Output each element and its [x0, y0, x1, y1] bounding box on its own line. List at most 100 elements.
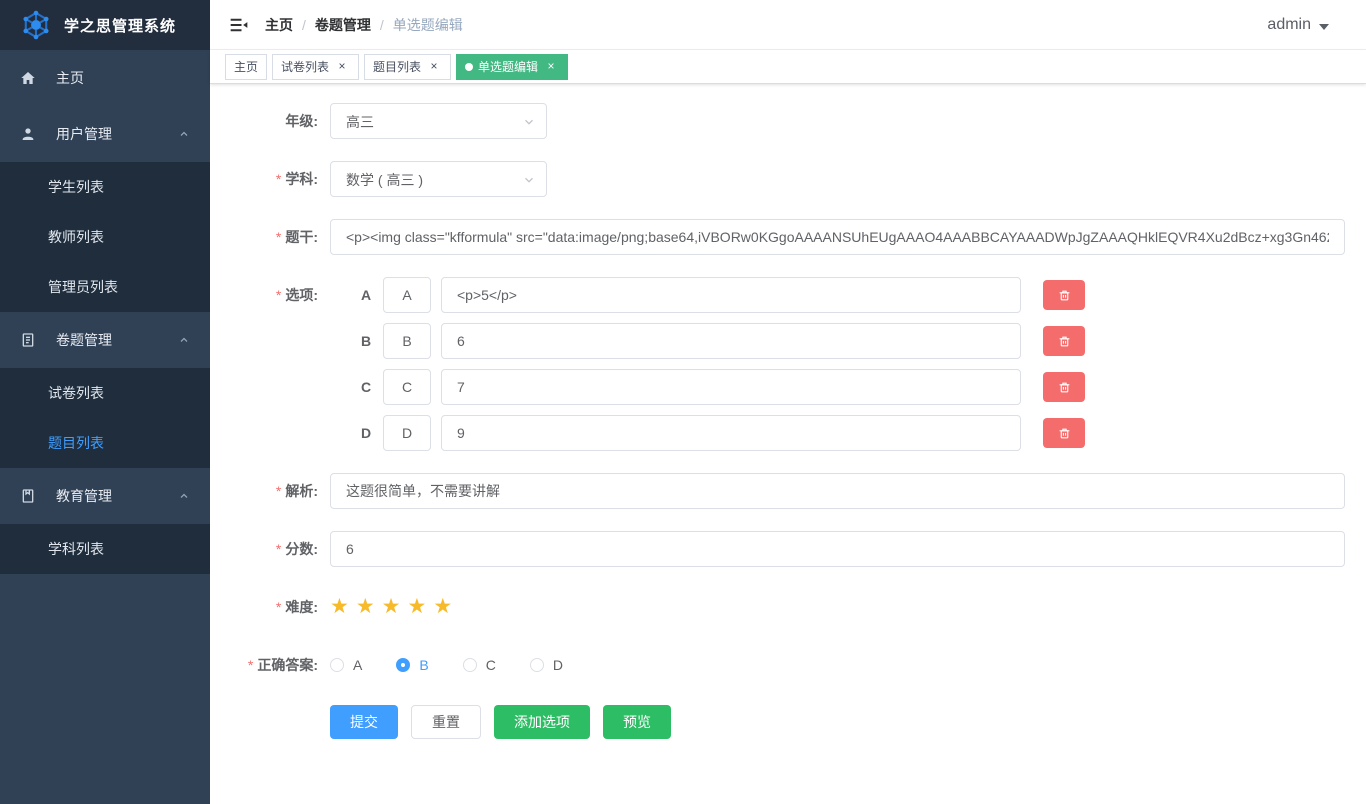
star-icon[interactable] — [382, 589, 401, 625]
tab-close-icon[interactable] — [543, 59, 559, 75]
option-content-input[interactable] — [441, 415, 1021, 451]
option-prefix-input[interactable] — [383, 369, 431, 405]
correct-answer-label: 正确答案: — [210, 647, 330, 683]
option-content-input[interactable] — [441, 369, 1021, 405]
option-prefix-input[interactable] — [383, 415, 431, 451]
home-icon — [20, 70, 42, 86]
radio-circle-icon — [530, 658, 544, 672]
trash-icon — [1058, 427, 1071, 440]
main-area: 主页 卷题管理 单选题编辑 admin 主页 试卷列表 题目列表 — [210, 0, 1366, 804]
radio-option-c[interactable]: C — [463, 647, 496, 683]
trash-icon — [1058, 289, 1071, 302]
tabs-bar: 主页 试卷列表 题目列表 单选题编辑 — [210, 50, 1366, 84]
delete-option-button[interactable] — [1043, 280, 1085, 310]
score-input[interactable] — [330, 531, 1345, 567]
user-dropdown[interactable]: admin — [1267, 16, 1351, 34]
option-prefix-input[interactable] — [383, 323, 431, 359]
options-label: 选项: — [210, 277, 330, 451]
option-letter: C — [358, 379, 374, 395]
active-tab-dot — [465, 63, 473, 71]
sidebar-item-user-management[interactable]: 用户管理 — [0, 106, 210, 162]
form-row-stem: 题干: — [210, 219, 1366, 255]
question-edit-form: 年级: 高三 学科: 数学 ( 高三 ) — [210, 84, 1366, 769]
breadcrumb-separator — [380, 17, 384, 33]
chevron-up-icon — [178, 334, 190, 346]
score-label: 分数: — [210, 531, 330, 567]
sidebar-item-education-management[interactable]: 教育管理 — [0, 468, 210, 524]
sidebar: 学之思管理系统 主页 用户管理 学生列表 教师列表 — [0, 0, 210, 804]
option-row-b: B — [330, 323, 1085, 359]
sidebar-item-question-list[interactable]: 题目列表 — [0, 418, 210, 468]
option-letter: B — [358, 333, 374, 349]
sidebar-item-admin-list[interactable]: 管理员列表 — [0, 262, 210, 312]
radio-option-d[interactable]: D — [530, 647, 563, 683]
star-icon[interactable] — [407, 589, 426, 625]
breadcrumb: 主页 卷题管理 单选题编辑 — [265, 15, 463, 35]
sidebar-item-label: 卷题管理 — [56, 330, 112, 350]
option-content-input[interactable] — [441, 277, 1021, 313]
form-row-correct-answer: 正确答案: A B C D — [210, 647, 1366, 683]
star-icon[interactable] — [433, 589, 452, 625]
tab-close-icon[interactable] — [426, 59, 442, 75]
app-logo: 学之思管理系统 — [0, 0, 210, 50]
star-icon[interactable] — [356, 589, 375, 625]
reset-button[interactable]: 重置 — [411, 705, 481, 739]
submit-button[interactable]: 提交 — [330, 705, 398, 739]
sidebar-item-paper-question-management[interactable]: 卷题管理 — [0, 312, 210, 368]
sidebar-item-subject-list[interactable]: 学科列表 — [0, 524, 210, 574]
education-icon — [20, 488, 42, 504]
exam-paper-icon — [20, 332, 42, 348]
radio-option-a[interactable]: A — [330, 647, 362, 683]
chevron-up-icon — [178, 490, 190, 502]
sidebar-item-exam-paper-list[interactable]: 试卷列表 — [0, 368, 210, 418]
add-option-button[interactable]: 添加选项 — [494, 705, 590, 739]
tab-close-icon[interactable] — [334, 59, 350, 75]
tab-home[interactable]: 主页 — [225, 54, 267, 80]
form-row-grade: 年级: 高三 — [210, 103, 1366, 139]
stem-input[interactable] — [330, 219, 1345, 255]
sidebar-item-teacher-list[interactable]: 教师列表 — [0, 212, 210, 262]
grade-select[interactable]: 高三 — [330, 103, 547, 139]
sidebar-item-label: 用户管理 — [56, 124, 112, 144]
grade-select-value: 高三 — [346, 104, 374, 140]
sidebar-item-label: 主页 — [56, 68, 84, 88]
submenu-education: 学科列表 — [0, 524, 210, 574]
option-letter: D — [358, 425, 374, 441]
delete-option-button[interactable] — [1043, 326, 1085, 356]
subject-select[interactable]: 数学 ( 高三 ) — [330, 161, 547, 197]
option-row-c: C — [330, 369, 1085, 405]
star-icon[interactable] — [330, 589, 349, 625]
username-label: admin — [1267, 16, 1311, 34]
caret-down-icon — [1319, 24, 1329, 30]
difficulty-label: 难度: — [210, 589, 330, 625]
breadcrumb-separator — [302, 17, 306, 33]
form-row-difficulty: 难度: — [210, 589, 1366, 625]
radio-option-b[interactable]: B — [396, 647, 428, 683]
sidebar-item-student-list[interactable]: 学生列表 — [0, 162, 210, 212]
trash-icon — [1058, 381, 1071, 394]
tab-single-choice-edit[interactable]: 单选题编辑 — [456, 54, 568, 80]
delete-option-button[interactable] — [1043, 418, 1085, 448]
preview-button[interactable]: 预览 — [603, 705, 671, 739]
submenu-paper-question: 试卷列表 题目列表 — [0, 368, 210, 468]
app-root: 学之思管理系统 主页 用户管理 学生列表 教师列表 — [0, 0, 1366, 804]
top-navbar: 主页 卷题管理 单选题编辑 admin — [210, 0, 1366, 50]
sidebar-item-home[interactable]: 主页 — [0, 50, 210, 106]
option-content-input[interactable] — [441, 323, 1021, 359]
option-prefix-input[interactable] — [383, 277, 431, 313]
sidebar-item-label: 教育管理 — [56, 486, 112, 506]
chevron-down-icon — [522, 115, 536, 129]
tab-question-list[interactable]: 题目列表 — [364, 54, 451, 80]
subject-select-value: 数学 ( 高三 ) — [346, 162, 423, 198]
radio-circle-icon — [330, 658, 344, 672]
breadcrumb-paper-question[interactable]: 卷题管理 — [315, 15, 371, 35]
tab-exam-paper-list[interactable]: 试卷列表 — [272, 54, 359, 80]
subject-label: 学科: — [210, 161, 330, 197]
breadcrumb-home[interactable]: 主页 — [265, 15, 293, 35]
delete-option-button[interactable] — [1043, 372, 1085, 402]
difficulty-rating — [330, 589, 452, 625]
form-row-options: 选项: A B — [210, 277, 1366, 451]
sidebar-collapse-icon[interactable] — [229, 15, 249, 35]
analysis-input[interactable] — [330, 473, 1345, 509]
correct-answer-group: A B C D — [330, 647, 597, 683]
